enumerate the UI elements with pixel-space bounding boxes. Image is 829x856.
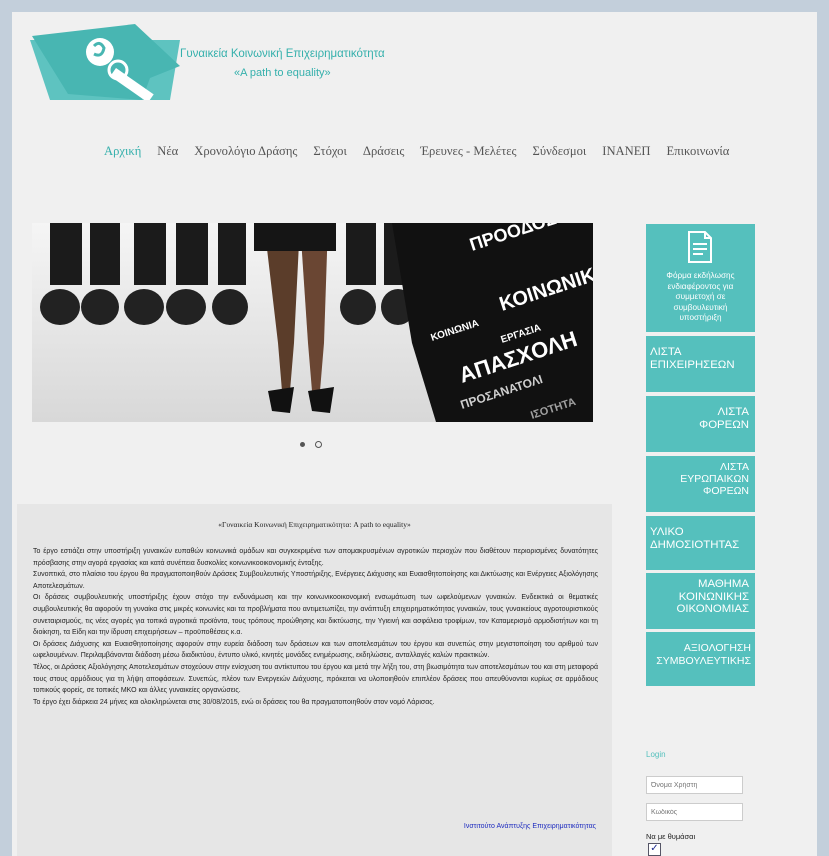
password-input[interactable] (646, 803, 743, 821)
main-nav: Αρχική Νέα Χρονολόγιο Δράσης Στόχοι Δράσ… (104, 144, 745, 159)
organizations-list-button[interactable]: ΛΙΣΤΑ ΦΟΡΕΩΝ (646, 396, 755, 452)
businesses-list-button[interactable]: ΛΙΣΤΑ ΕΠΙΧΕΙΡΗΣΕΩΝ (646, 336, 755, 392)
nav-item-links[interactable]: Σύνδεσμοι (533, 144, 587, 159)
social-economy-course-button[interactable]: ΜΑΘΗΜΑ ΚΟΙΝΩΝΙΚΗΣ ΟΙΚΟΝΟΜΙΑΣ (646, 573, 755, 629)
brand-title: Γυναικεία Κοινωνική Επιχειρηματικότητα (180, 48, 385, 60)
remember-me-label: Να με θυμάσαι (646, 832, 696, 841)
publicity-material-button[interactable]: ΥΛΙΚΟ ΔΗΜΟΣΙΟΤΗΤΑΣ (646, 516, 755, 570)
article-paragraph: Οι δράσεις συμβουλευτικής υποστήριξης έχ… (33, 594, 598, 637)
slider-dot-active[interactable] (300, 442, 305, 447)
slider-pagination (300, 441, 322, 448)
button-label: ΥΛΙΚΟ ΔΗΜΟΣΙΟΤΗΤΑΣ (650, 526, 740, 551)
article-title: «Γυναικεία Κοινωνική Επιχειρηματικότητα:… (218, 520, 411, 529)
interest-form-button[interactable]: Φόρμα εκδήλωσης ενδιαφέροντος για συμμετ… (646, 224, 755, 332)
nav-item-inanep[interactable]: ΙΝΑΝΕΠ (602, 144, 650, 159)
username-input[interactable] (646, 776, 743, 794)
article-paragraph: Το έργο εστιάζει στην υποστήριξη γυναικώ… (33, 548, 598, 567)
button-label: ΛΙΣΤΑ ΕΥΡΩΠΑΙΚΩΝ ΦΟΡΕΩΝ (680, 461, 749, 497)
article-paragraph: Οι δράσεις Διάχυσης και Ευαισθητοποίησης… (33, 640, 598, 660)
article-paragraph: Το έργο έχει διάρκεια 24 μήνες και ολοκλ… (33, 698, 435, 706)
slider-dot[interactable] (315, 441, 322, 448)
button-label: ΛΙΣΤΑ ΦΟΡΕΩΝ (699, 406, 749, 431)
article-paragraph: Συνοπτικά, στο πλαίσιο του έργου θα πραγ… (33, 571, 598, 590)
intro-article: «Γυναικεία Κοινωνική Επιχειρηματικότητα:… (17, 504, 612, 856)
nav-item-goals[interactable]: Στόχοι (313, 144, 346, 159)
nav-item-research[interactable]: Έρευνες - Μελέτες (420, 144, 516, 159)
nav-item-home[interactable]: Αρχική (104, 144, 141, 159)
brand-subtitle: «A path to equality» (234, 67, 331, 79)
institute-link[interactable]: Ινστιτούτο Ανάπτυξης Επιχειρηματικότητας (464, 823, 596, 830)
counseling-evaluation-button[interactable]: ΑΞΙΟΛΟΓΗΣΗ ΣΥΜΒΟΥΛΕΥΤΙΚΗΣ (646, 632, 755, 686)
hero-slider-image[interactable]: ΠΡΟΟΔΟΣ ΚΟΙΝΩΝΙΚΗ ΑΠΑΣΧΟΛΗ ΠΡΟΣΑΝΑΤΟΛΙ Κ… (32, 223, 593, 422)
button-label: ΜΑΘΗΜΑ ΚΟΙΝΩΝΙΚΗΣ ΟΙΚΟΝΟΜΙΑΣ (676, 578, 749, 615)
nav-item-contact[interactable]: Επικοινωνία (667, 144, 730, 159)
nav-item-news[interactable]: Νέα (157, 144, 178, 159)
article-body: Το έργο εστιάζει στην υποστήριξη γυναικώ… (33, 546, 598, 708)
european-organizations-button[interactable]: ΛΙΣΤΑ ΕΥΡΩΠΑΙΚΩΝ ΦΟΡΕΩΝ (646, 456, 755, 512)
page: Γυναικεία Κοινωνική Επιχειρηματικότητα «… (12, 12, 817, 856)
remember-me-checkbox[interactable]: ✓ (648, 843, 661, 856)
nav-item-timeline[interactable]: Χρονολόγιο Δράσης (194, 144, 297, 159)
button-label: ΑΞΙΟΛΟΓΗΣΗ ΣΥΜΒΟΥΛΕΥΤΙΚΗΣ (656, 642, 751, 667)
form-button-label: Φόρμα εκδήλωσης ενδιαφέροντος για συμμετ… (666, 271, 735, 322)
button-label: ΛΙΣΤΑ ΕΠΙΧΕΙΡΗΣΕΩΝ (650, 346, 735, 371)
article-paragraph: Τέλος, οι Δράσεις Αξιολόγησης Αποτελεσμά… (33, 663, 598, 695)
document-icon (688, 231, 712, 263)
login-title: Login (646, 750, 666, 759)
nav-item-actions[interactable]: Δράσεις (363, 144, 404, 159)
logo[interactable] (30, 22, 180, 100)
